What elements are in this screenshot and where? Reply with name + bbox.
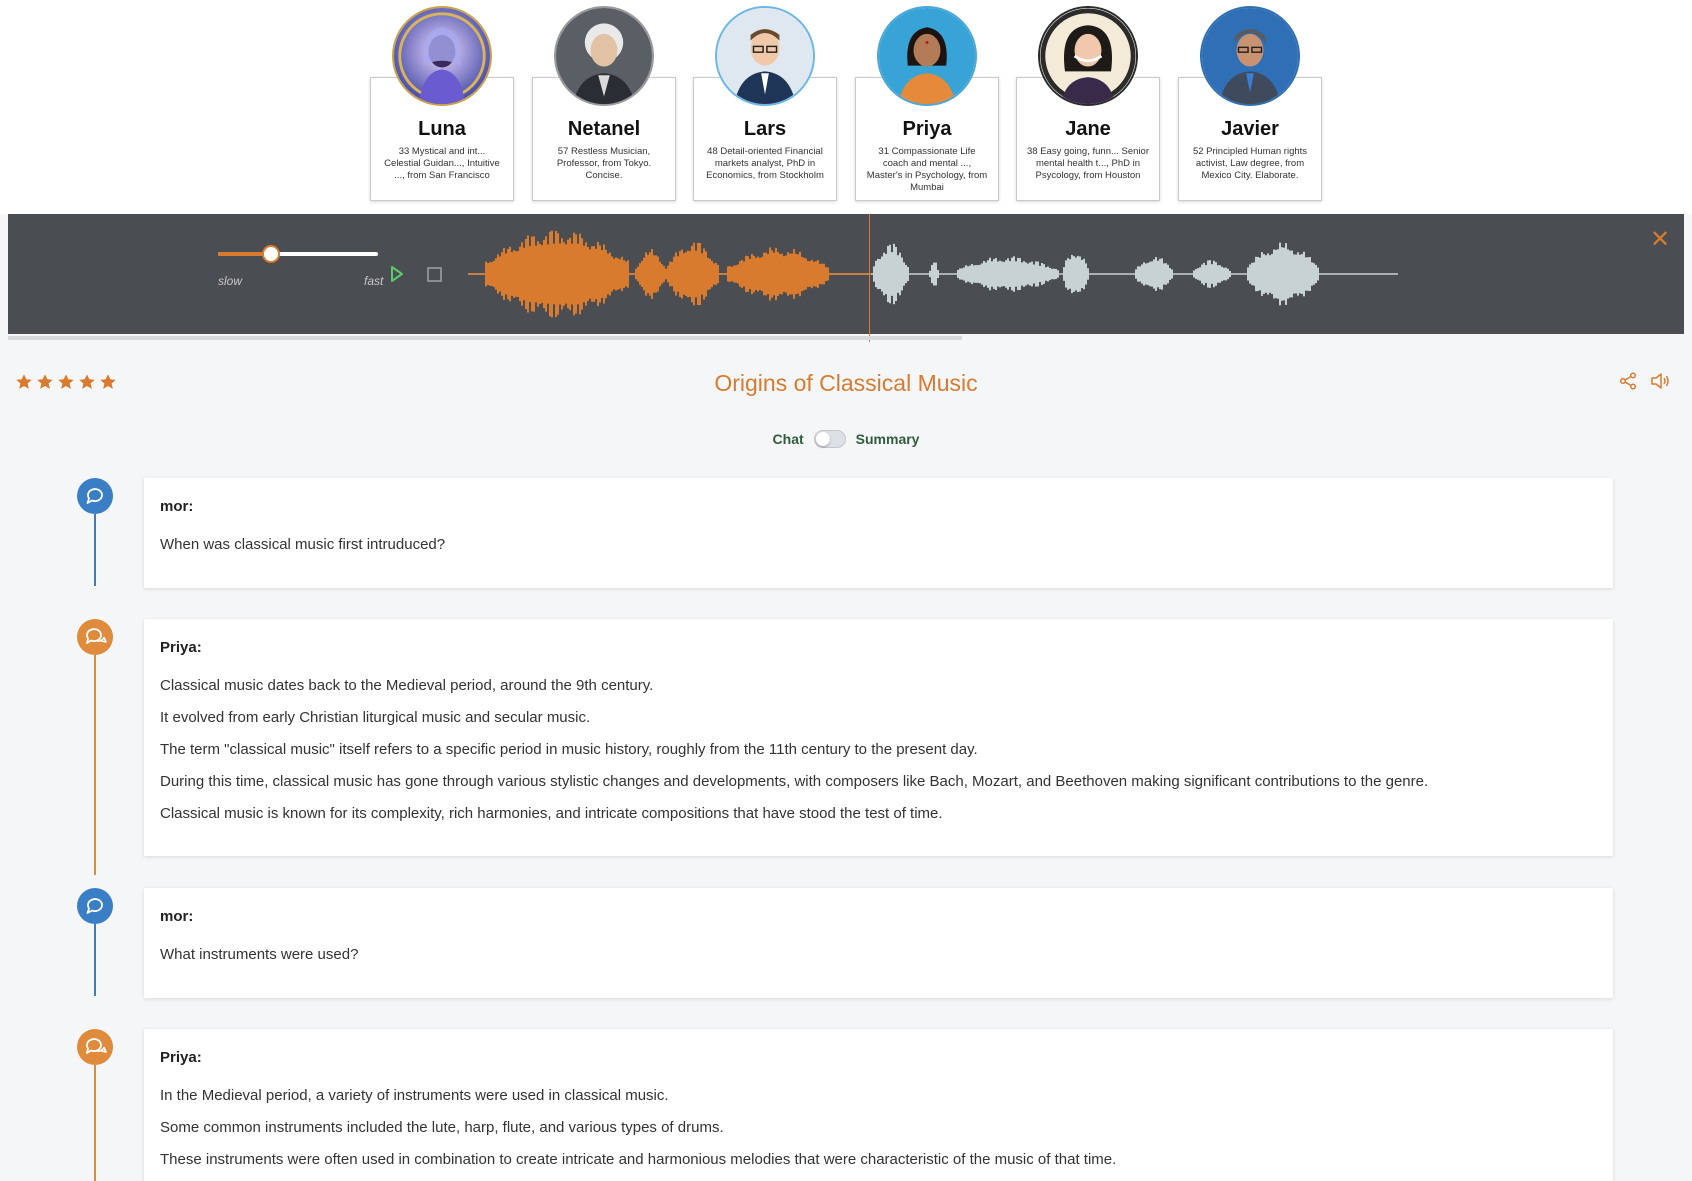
message-bubble: Priya: In the Medieval period, a variety… — [144, 1029, 1613, 1181]
message-speaker: mor: — [160, 908, 194, 925]
close-player-button[interactable]: ✕ — [1648, 228, 1672, 252]
persona-strip: Luna 33 Mystical and int... Celestial Gu… — [0, 0, 1692, 214]
user-message-icon — [77, 888, 113, 924]
persona-name: Netanel — [567, 118, 641, 140]
persona-name: Priya — [902, 118, 952, 140]
toggle-chat-label[interactable]: Chat — [773, 431, 804, 447]
chat-summary-toggle[interactable] — [813, 430, 846, 448]
assistant-message-icon — [77, 1029, 113, 1065]
persona-name: Lars — [743, 118, 787, 140]
message-line: These instruments were often used in com… — [160, 1151, 1117, 1168]
speed-slider-handle[interactable] — [261, 245, 280, 263]
avatar — [392, 6, 492, 106]
playhead[interactable] — [869, 214, 870, 342]
play-icon — [391, 266, 403, 282]
persona-card-javier[interactable]: Javier 52 Principled Human rights activi… — [1178, 6, 1322, 201]
persona-card-lars[interactable]: Lars 48 Detail-oriented Financial market… — [693, 6, 837, 201]
avatar — [1038, 6, 1138, 106]
user-message-icon — [77, 478, 113, 514]
message-line: During this time, classical music has go… — [160, 773, 1429, 790]
message-line: Classical music dates back to the Mediev… — [160, 677, 654, 694]
message-line: The term "classical music" itself refers… — [160, 741, 978, 758]
avatar — [877, 6, 977, 106]
message-bubble: mor: What instruments were used? — [144, 888, 1613, 998]
timeline-line — [94, 1065, 96, 1181]
persona-description: 52 Principled Human rights activist, Law… — [1192, 146, 1308, 181]
speaker-icon[interactable] — [1650, 372, 1670, 390]
persona-description: 31 Compassionate Life coach and mental .… — [866, 146, 988, 193]
avatar — [554, 6, 654, 106]
persona-description: 57 Restless Musician, Professor, from To… — [556, 146, 652, 181]
persona-card-priya[interactable]: Priya 31 Compassionate Life coach and me… — [855, 6, 999, 201]
audio-player: slow fast ✕ — [8, 214, 1684, 334]
message-bubble: Priya: Classical music dates back to the… — [144, 619, 1613, 856]
toggle-knob — [815, 432, 830, 446]
message-line: Some common instruments included the lut… — [160, 1119, 724, 1136]
player-progress-bar — [8, 336, 962, 340]
persona-name: Jane — [1065, 118, 1111, 140]
message-speaker: Priya: — [160, 1049, 202, 1066]
play-button[interactable] — [389, 264, 405, 284]
message-line: What instruments were used? — [160, 946, 359, 963]
toggle-summary-label[interactable]: Summary — [856, 431, 920, 447]
message-speaker: mor: — [160, 498, 194, 515]
persona-name: Javier — [1221, 118, 1279, 140]
persona-name: Luna — [418, 118, 466, 140]
speed-fast-label: fast — [364, 274, 384, 288]
view-toggle-row: Chat Summary — [0, 430, 1692, 448]
timeline-line — [94, 514, 96, 586]
assistant-message-icon — [77, 619, 113, 655]
persona-description: 38 Easy going, funn... Senior mental hea… — [1027, 146, 1149, 181]
timeline-line — [94, 655, 96, 875]
message-line: When was classical music first intruduce… — [160, 536, 446, 553]
message-line: Classical music is known for its complex… — [160, 805, 943, 822]
timeline-line — [94, 924, 96, 996]
message-speaker: Priya: — [160, 639, 202, 656]
persona-card-luna[interactable]: Luna 33 Mystical and int... Celestial Gu… — [370, 6, 514, 201]
close-icon: ✕ — [1649, 226, 1671, 253]
stop-button[interactable] — [427, 267, 442, 282]
persona-description: 48 Detail-oriented Financial markets ana… — [706, 146, 824, 181]
message-line: It evolved from early Christian liturgic… — [160, 709, 591, 726]
avatar — [715, 6, 815, 106]
persona-card-jane[interactable]: Jane 38 Easy going, funn... Senior menta… — [1016, 6, 1160, 201]
persona-card-netanel[interactable]: Netanel 57 Restless Musician, Professor,… — [532, 6, 676, 201]
share-icon[interactable] — [1619, 372, 1637, 390]
avatar — [1200, 6, 1300, 106]
message-bubble: mor: When was classical music first intr… — [144, 478, 1613, 588]
message-line: In the Medieval period, a variety of ins… — [160, 1087, 669, 1104]
speed-slow-label: slow — [218, 274, 243, 288]
persona-description: 33 Mystical and int... Celestial Guidan.… — [384, 146, 500, 181]
page-title: Origins of Classical Music — [714, 370, 978, 396]
audio-waveform[interactable] — [468, 222, 1488, 326]
